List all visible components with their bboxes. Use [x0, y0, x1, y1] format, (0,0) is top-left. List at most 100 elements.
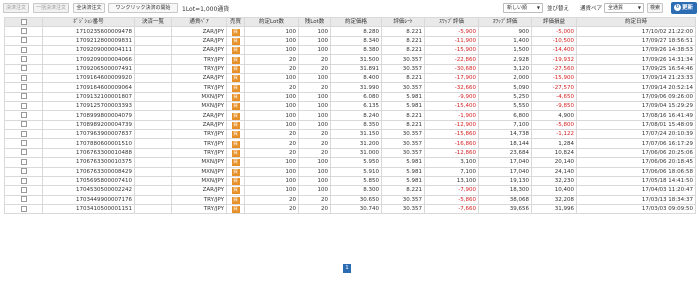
sort-order-select[interactable]: 新しい順 ▼	[503, 3, 543, 13]
side-badge: 買	[226, 138, 245, 149]
settle-list-cell	[134, 166, 172, 177]
row-checkbox[interactable]	[20, 102, 27, 109]
row-checkbox[interactable]	[20, 149, 27, 156]
row-checkbox[interactable]	[20, 112, 27, 119]
row-checkbox[interactable]	[20, 121, 27, 128]
table-row[interactable]: 1705695800007410 MXN/JPY 買 100 100 5.850 5.981…	[4, 175, 696, 187]
position-id: 1709212800009831	[42, 35, 135, 47]
contract-price: 8.380	[330, 45, 382, 56]
row-checkbox-cell[interactable]	[4, 35, 43, 47]
row-checkbox[interactable]	[20, 28, 27, 35]
side-badge: 買	[226, 45, 245, 56]
row-checkbox-cell[interactable]	[4, 175, 43, 187]
oneclick-settle-start-button[interactable]: ワンクリック決済の開始	[108, 3, 178, 13]
row-checkbox-cell[interactable]	[4, 185, 43, 196]
table-row[interactable]: 1709212800009831 ZAR/JPY 買 100 100 8.340 8.221…	[4, 35, 696, 47]
remaining-lot: 100	[298, 45, 331, 56]
eval-pl: 32,208	[531, 194, 577, 205]
update-button-label: 更新	[682, 5, 694, 11]
table-row[interactable]: 1708989200004739 ZAR/JPY 買 100 100 8.350 8.221…	[4, 119, 696, 131]
contract-datetime: 17/08/16 16:41:49	[576, 110, 696, 121]
side-badge: 買	[226, 147, 245, 159]
row-checkbox[interactable]	[20, 168, 27, 175]
table-row[interactable]: 1709209000004111 ZAR/JPY 買 100 100 8.380 8.221…	[4, 45, 696, 56]
pagination-page-button[interactable]: 1	[343, 264, 351, 273]
eval-pl: -14,400	[531, 45, 577, 56]
row-checkbox-cell[interactable]	[4, 129, 43, 140]
eval-pl: 4,900	[531, 110, 577, 121]
row-checkbox[interactable]	[20, 130, 27, 137]
row-checkbox-cell[interactable]	[4, 119, 43, 131]
row-checkbox-cell[interactable]	[4, 101, 43, 112]
row-checkbox[interactable]	[20, 84, 27, 91]
table-row[interactable]: 1709164600009064 TRY/JPY 買 20 20 31.990 30.357…	[4, 82, 696, 93]
row-checkbox[interactable]	[20, 186, 27, 193]
swap-eval: 6,800	[478, 110, 532, 121]
row-checkbox-cell[interactable]	[4, 82, 43, 93]
table-row[interactable]: 1706763300010375 MXN/JPY 買 100 100 5.950 5.981…	[4, 157, 696, 168]
table-row[interactable]: 1703449900007176 TRY/JPY 買 20 20 30.650 30.357…	[4, 194, 696, 205]
update-button[interactable]: ↻ 更新	[671, 2, 697, 14]
row-checkbox[interactable]	[20, 205, 27, 212]
position-id: 1706763300010375	[42, 157, 135, 168]
table-row[interactable]: 1709164600009920 ZAR/JPY 買 100 100 8.400 8.221…	[4, 73, 696, 84]
contract-lot: 100	[244, 91, 299, 103]
row-checkbox-cell[interactable]	[4, 203, 43, 215]
table-row[interactable]: 1704530500002242 ZAR/JPY 買 100 100 8.300 8.221…	[4, 185, 696, 196]
row-checkbox-cell[interactable]	[4, 194, 43, 205]
row-checkbox[interactable]	[20, 196, 27, 203]
table-row[interactable]: 1709132100001807 MXN/JPY 買 100 100 6.080 5.981…	[4, 91, 696, 103]
select-all-checkbox[interactable]	[20, 18, 27, 25]
row-checkbox[interactable]	[20, 46, 27, 53]
search-button[interactable]: 検索	[647, 3, 663, 13]
table-row[interactable]: 1707880600001510 TRY/JPY 買 20 20 31.200 30.357…	[4, 138, 696, 149]
row-checkbox-cell[interactable]	[4, 147, 43, 159]
row-checkbox[interactable]	[20, 65, 27, 72]
table-row[interactable]: 1709209000004066 TRY/JPY 買 20 20 31.500 30.357…	[4, 54, 696, 65]
select-all-checkbox-cell[interactable]	[4, 16, 43, 28]
buy-badge: 買	[231, 178, 240, 185]
row-checkbox[interactable]	[20, 37, 27, 44]
table-row[interactable]: 1707963900007837 TRY/JPY 買 20 20 31.150 30.357…	[4, 129, 696, 140]
contract-lot: 100	[244, 101, 299, 112]
buy-badge: 買	[231, 112, 240, 120]
row-checkbox-cell[interactable]	[4, 54, 43, 65]
bulk-settle-order-button[interactable]: 一括決済注文	[33, 3, 69, 13]
row-checkbox-cell[interactable]	[4, 110, 43, 121]
column-header: ｽﾜｯﾌﾟ評価	[424, 16, 479, 28]
contract-lot: 20	[244, 147, 299, 159]
eval-pl: -9,850	[531, 101, 577, 112]
remaining-lot: 100	[298, 166, 331, 177]
sort-button[interactable]: 並び替え	[547, 4, 569, 12]
swap-eval: 2,928	[478, 54, 532, 65]
row-checkbox[interactable]	[20, 93, 27, 100]
currency-pair-select[interactable]: 全通貨 ▼	[604, 3, 644, 13]
row-checkbox[interactable]	[20, 177, 27, 184]
row-checkbox[interactable]	[20, 74, 27, 81]
all-settle-order-button[interactable]: 全決済注文	[73, 3, 105, 13]
remaining-lot: 20	[298, 63, 331, 75]
table-row[interactable]: 1709206500007491 TRY/JPY 買 20 20 31.891 30.357…	[4, 63, 696, 75]
table-row[interactable]: 1708999800004079 ZAR/JPY 買 100 100 8.240 8.221…	[4, 110, 696, 121]
row-checkbox-cell[interactable]	[4, 157, 43, 168]
swap-eval: 3,120	[478, 63, 532, 75]
table-row[interactable]: 1709125700003393 MXN/JPY 買 100 100 6.135 5.981…	[4, 101, 696, 112]
row-checkbox[interactable]	[20, 158, 27, 165]
remaining-lot: 20	[298, 138, 331, 149]
table-row[interactable]: 1706763300010488 TRY/JPY 買 20 20 31.000 30.357…	[4, 147, 696, 159]
row-checkbox-cell[interactable]	[4, 91, 43, 103]
swap-eval: 17,040	[478, 166, 532, 177]
row-checkbox-cell[interactable]	[4, 138, 43, 149]
row-checkbox[interactable]	[20, 140, 27, 147]
row-checkbox[interactable]	[20, 56, 27, 63]
row-checkbox-cell[interactable]	[4, 73, 43, 84]
contract-lot: 100	[244, 119, 299, 131]
row-checkbox-cell[interactable]	[4, 63, 43, 75]
table-row[interactable]: 1710235600009478 ZAR/JPY 買 100 100 8.280 8.221…	[4, 26, 696, 37]
row-checkbox-cell[interactable]	[4, 45, 43, 56]
row-checkbox-cell[interactable]	[4, 26, 43, 37]
table-row[interactable]: 1703410500001151 TRY/JPY 買 20 20 30.740 30.357…	[4, 203, 696, 215]
settle-order-button[interactable]: 決済注文	[3, 3, 29, 13]
table-row[interactable]: 1706763300008429 MXN/JPY 買 100 100 5.910 5.981…	[4, 166, 696, 177]
row-checkbox-cell[interactable]	[4, 166, 43, 177]
